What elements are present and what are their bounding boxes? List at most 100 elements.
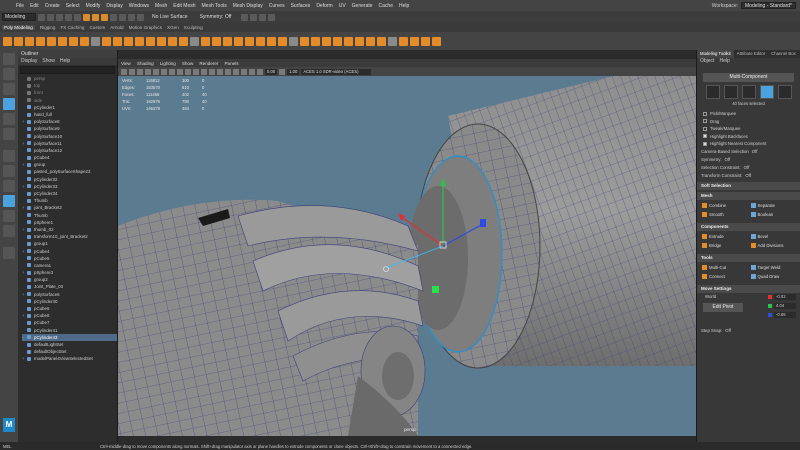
menu-item-cache[interactable]: Cache (379, 3, 393, 9)
boolean-icon[interactable] (212, 36, 221, 46)
textured-icon[interactable] (201, 68, 207, 75)
open-scene-icon[interactable] (47, 13, 54, 21)
sew-uv-icon[interactable] (355, 36, 364, 46)
film-gate-icon[interactable] (161, 68, 167, 75)
bridge-icon[interactable] (234, 36, 243, 46)
menu-item-modify[interactable]: Modify (86, 3, 101, 9)
rotate-tool-icon[interactable] (3, 113, 15, 125)
grid-icon[interactable] (153, 68, 159, 75)
menu-item-select[interactable]: Select (66, 3, 80, 9)
outliner-item[interactable]: pCube5 (22, 255, 117, 262)
move-settings-header[interactable]: Move Settings (697, 284, 800, 293)
camera-attributes-icon[interactable] (129, 68, 135, 75)
select-option[interactable]: Tweak/Marquee (697, 125, 800, 133)
shelf-tab-poly-modeling[interactable]: Poly Modeling (2, 25, 35, 30)
outliner-item[interactable]: camera1 (22, 262, 117, 269)
tab-channel-box[interactable]: Channel Box (768, 50, 799, 58)
mel-command-line[interactable]: MEL (0, 444, 100, 449)
components-header[interactable]: Components (697, 222, 800, 231)
outliner-item[interactable]: pCylinder34 (22, 190, 117, 197)
unfold-icon[interactable] (366, 36, 375, 46)
extrude-button[interactable]: Extrude (702, 233, 747, 241)
backface-icon[interactable] (249, 68, 255, 75)
connect-icon[interactable] (267, 36, 276, 46)
persp-outliner-icon[interactable] (3, 180, 15, 192)
pyramid-icon[interactable] (91, 36, 100, 46)
outliner-item[interactable]: group2 (22, 276, 117, 283)
multicut-icon[interactable] (278, 36, 287, 46)
outliner-item[interactable]: + pSphere3 (22, 269, 117, 276)
tab-modeling-toolkit[interactable]: Modeling Toolkit (697, 50, 734, 58)
checkbox[interactable] (703, 119, 707, 124)
outliner-menu-display[interactable]: Display (21, 58, 37, 65)
snap-surface-icon[interactable] (137, 13, 144, 21)
mirror-icon[interactable] (223, 36, 232, 46)
outliner-item[interactable]: pCylinder40 (22, 298, 117, 305)
move-z-field[interactable]: -0.65 (768, 311, 796, 318)
cylinder-icon[interactable] (25, 36, 34, 46)
smooth-icon[interactable] (201, 36, 210, 46)
smooth-button[interactable]: Smooth (702, 211, 747, 219)
save-scene-icon[interactable] (56, 13, 63, 21)
outliner-item[interactable]: + pCylinder33 (22, 183, 117, 190)
outliner-menu-show[interactable]: Show (42, 58, 55, 65)
svg-icon[interactable] (157, 36, 166, 46)
outliner-item[interactable]: pCube7 (22, 319, 117, 326)
select-component-icon[interactable] (101, 13, 108, 21)
outliner-item[interactable]: hand_full (22, 111, 117, 118)
scale-tool-icon[interactable] (3, 128, 15, 140)
menu-item-edit-mesh[interactable]: Edit Mesh (173, 3, 195, 9)
menu-item-help[interactable]: Help (399, 3, 409, 9)
menu-item-edit[interactable]: Edit (30, 3, 39, 9)
shelf-tab-sculpting[interactable]: Sculpting (184, 25, 203, 30)
layout-icon[interactable] (3, 195, 15, 207)
outliner-icon[interactable] (421, 36, 430, 46)
outliner-item[interactable]: + thumb_02 (22, 226, 117, 233)
outliner-item[interactable]: + polySurface8 (22, 118, 117, 125)
quad-draw-button[interactable]: Quad Draw (750, 273, 796, 281)
outliner-item[interactable]: + group (22, 161, 117, 168)
selection-constraint-row[interactable]: Selection Constraint: Off (697, 164, 800, 172)
outliner-item[interactable]: Joint_Plate_03 (22, 283, 117, 290)
outliner-item[interactable]: pCube4 (22, 154, 117, 161)
select-option[interactable]: Drag (697, 118, 800, 126)
wireframe-icon[interactable] (177, 68, 183, 75)
symmetry-row[interactable]: Symmetry: Off (697, 156, 800, 164)
hypershade-icon[interactable] (432, 36, 441, 46)
outliner-item[interactable]: defaultLightSet (22, 341, 117, 348)
menu-item-file[interactable]: File (16, 3, 24, 9)
viewport-menu-view[interactable]: View (121, 61, 131, 66)
multi-cut-button[interactable]: Multi-Cut (702, 264, 747, 272)
undo-icon[interactable] (65, 13, 72, 21)
bevel-button[interactable]: Bevel (750, 233, 796, 241)
outliner-item[interactable]: polySurface12 (22, 147, 117, 154)
lasso-tool-icon[interactable] (3, 68, 15, 80)
menu-item-curves[interactable]: Curves (269, 3, 285, 9)
cube-icon[interactable] (14, 36, 23, 46)
outliner-layout-icon[interactable] (3, 225, 15, 237)
outliner-item[interactable]: pCylinder32 (22, 176, 117, 183)
wireframe-on-shaded-icon[interactable] (193, 68, 199, 75)
multi-component-button[interactable]: Multi-Component (703, 73, 794, 82)
menu-item-mesh-tools[interactable]: Mesh Tools (202, 3, 227, 9)
separate-button[interactable]: Separate (750, 202, 796, 210)
soccer-icon[interactable] (146, 36, 155, 46)
edge-mode-icon[interactable] (741, 85, 756, 99)
shelf-tab-arnold[interactable]: Arnold (110, 25, 123, 30)
search-icon[interactable] (3, 247, 15, 259)
gear-icon[interactable] (135, 36, 144, 46)
bevel-icon[interactable] (256, 36, 265, 46)
menu-item-display[interactable]: Display (106, 3, 122, 9)
checkbox[interactable] (703, 134, 707, 139)
select-option[interactable]: Highlight Nearest Component (697, 140, 800, 148)
3d-viewport[interactable]: Verts: 116812 300 0 Edges: 183570 610 0 Faces: 11… (118, 76, 696, 436)
outliner-item[interactable]: pCube6 (22, 305, 117, 312)
camera-based-selection-row[interactable]: Camera-Based Selection Off (697, 148, 800, 156)
smooth-shade-icon[interactable] (185, 68, 191, 75)
menu-item-uv[interactable]: UV (339, 3, 346, 9)
shelf-tab-motion-graphics[interactable]: Motion Graphics (129, 25, 162, 30)
outliner-item[interactable]: pCylinder41 (22, 327, 117, 334)
outliner-item[interactable]: top (22, 82, 117, 89)
snap-curve-icon[interactable] (119, 13, 126, 21)
tools-header[interactable]: Tools (697, 253, 800, 262)
